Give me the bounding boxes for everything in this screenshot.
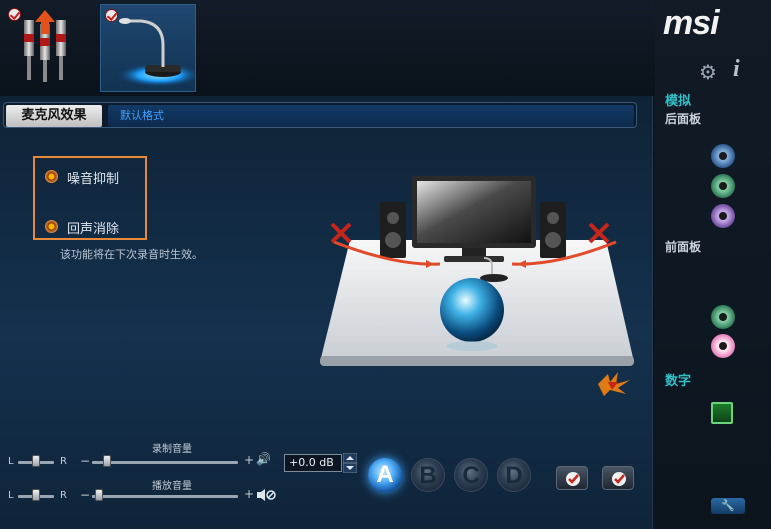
balance-left-letter: L	[8, 490, 14, 501]
record-volume-thumb[interactable]	[103, 455, 111, 467]
balance-right-letter: R	[60, 490, 67, 501]
record-volume-minus[interactable]: −	[80, 454, 90, 468]
back-panel-label: 后面板	[665, 112, 702, 126]
effect-hint-text: 该功能将在下次录音时生效。	[60, 248, 203, 261]
gear-icon[interactable]: ⚙	[699, 60, 717, 84]
playback-volume-minus[interactable]: −	[80, 488, 90, 502]
profile-c-button[interactable]: C	[454, 458, 488, 492]
blocked-right-x-icon	[588, 222, 610, 244]
fx-splash-icon	[598, 372, 630, 396]
balance-left-letter: L	[8, 456, 14, 467]
profile-d-button[interactable]: D	[497, 458, 531, 492]
back-purple-jack-icon[interactable]	[711, 204, 735, 228]
noise-suppression-label[interactable]: 噪音抑制	[67, 168, 119, 187]
playback-volume-plus[interactable]: +	[244, 487, 254, 501]
analog-section-title: 模拟	[665, 94, 692, 109]
right-speaker-icon	[540, 202, 566, 258]
msi-logo: msi	[663, 4, 720, 42]
mute-icon[interactable]	[256, 488, 276, 502]
record-gain-field[interactable]: +0.0 dB	[284, 454, 342, 472]
echo-cancellation-radio[interactable]	[45, 220, 58, 233]
record-volume-track[interactable]	[92, 461, 238, 464]
digital-output-icon[interactable]	[711, 402, 733, 424]
default-device-check-icon	[105, 9, 118, 22]
profile-a-button[interactable]: A	[368, 458, 402, 492]
connector-sidebar: msi ⚙ i 模拟 后面板 前面板 数字 🔧	[655, 0, 771, 529]
playback-balance-thumb[interactable]	[32, 489, 40, 501]
refresh-check-icon	[612, 472, 626, 486]
record-gain-spinner[interactable]	[343, 453, 357, 473]
noise-suppression-radio[interactable]	[45, 170, 58, 183]
playback-volume-label: 播放音量	[152, 481, 192, 492]
main-panel: 麦克风效果 默认格式 噪音抑制 回声消除 该功能将在下次录音时生效。 录制音量 …	[0, 96, 653, 529]
front-panel-label: 前面板	[665, 240, 702, 254]
playback-volume-track[interactable]	[92, 495, 238, 498]
speaker-icon[interactable]: 🔊	[256, 452, 271, 466]
blocked-left-x-icon	[330, 222, 352, 244]
info-icon[interactable]: i	[733, 56, 740, 83]
profile-b-button[interactable]: B	[411, 458, 445, 492]
check-icon	[566, 472, 580, 486]
refresh-button[interactable]	[602, 466, 634, 490]
front-pink-jack-icon[interactable]	[711, 334, 735, 358]
back-blue-jack-icon[interactable]	[711, 144, 735, 168]
record-volume-plus[interactable]: +	[244, 453, 254, 467]
speaker-device-tab[interactable]	[4, 4, 100, 92]
left-speaker-icon	[380, 202, 406, 258]
effect-tabstrip: 麦克风效果 默认格式	[3, 102, 637, 128]
beamforming-illustration	[320, 176, 634, 366]
tab-microphone-effect[interactable]: 麦克风效果	[6, 105, 102, 127]
record-balance-thumb[interactable]	[32, 455, 40, 467]
wrench-icon[interactable]: 🔧	[711, 498, 745, 514]
playback-volume-thumb[interactable]	[95, 489, 103, 501]
microphone-sphere-icon	[440, 278, 504, 342]
apply-button[interactable]	[556, 466, 588, 490]
echo-cancellation-label[interactable]: 回声消除	[67, 218, 119, 237]
balance-right-letter: R	[60, 456, 67, 467]
microphone-device-tab[interactable]	[100, 4, 201, 92]
back-green-jack-icon[interactable]	[711, 174, 735, 198]
default-device-check-icon	[8, 8, 21, 21]
record-volume-label: 录制音量	[152, 444, 192, 455]
device-tab-strip	[0, 0, 655, 96]
front-green-jack-icon[interactable]	[711, 305, 735, 329]
digital-section-title: 数字	[665, 374, 692, 389]
tab-default-format[interactable]: 默认格式	[108, 105, 634, 127]
audio-manager-window: 麦克风效果 默认格式 噪音抑制 回声消除 该功能将在下次录音时生效。 录制音量 …	[0, 0, 771, 529]
effect-options-box: 噪音抑制 回声消除	[33, 156, 147, 240]
